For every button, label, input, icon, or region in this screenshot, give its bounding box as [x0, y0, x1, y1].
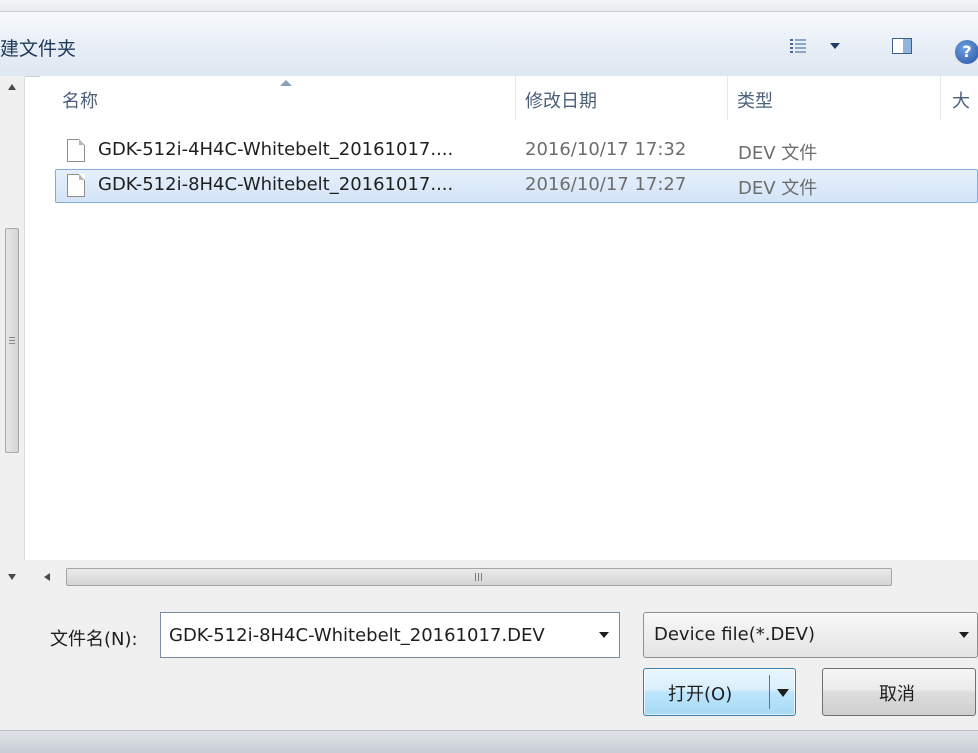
cancel-button[interactable]: 取消	[822, 668, 976, 716]
cancel-button-label: 取消	[879, 684, 915, 705]
scroll-down-arrow-icon[interactable]	[8, 574, 16, 580]
chevron-down-icon	[777, 689, 789, 697]
chevron-down-icon	[830, 43, 840, 49]
file-icon	[67, 139, 85, 162]
filename-label: 文件名(N):	[50, 629, 138, 650]
navigation-pane-scrollbar[interactable]	[0, 76, 25, 596]
details-view-icon	[790, 39, 806, 53]
help-icon[interactable]: ?	[955, 40, 978, 64]
scrollbar-thumb[interactable]	[5, 228, 19, 453]
filename-combobox[interactable]	[160, 612, 620, 658]
column-header-size[interactable]: 大	[952, 87, 970, 113]
window-bottom-strip	[0, 730, 978, 753]
open-button-label: 打开(O)	[668, 684, 733, 705]
column-divider[interactable]	[940, 76, 941, 120]
filename-input[interactable]	[169, 613, 583, 657]
new-folder-button[interactable]: 建文件夹	[0, 34, 76, 61]
open-options-button[interactable]	[770, 669, 795, 715]
window-top-strip	[0, 0, 978, 12]
column-header-row: 名称 修改日期 类型 大	[40, 76, 978, 120]
preview-pane-icon	[892, 38, 912, 54]
file-type: DEV 文件	[738, 178, 818, 199]
column-header-type[interactable]: 类型	[737, 87, 773, 113]
sort-ascending-icon	[280, 80, 292, 86]
horizontal-scrollbar[interactable]	[24, 560, 978, 594]
file-type: DEV 文件	[738, 143, 818, 164]
file-list-row[interactable]: GDK-512i-4H4C-Whitebelt_20161017.... 201…	[55, 134, 978, 168]
filename-dropdown-button[interactable]	[589, 613, 619, 657]
column-header-date[interactable]: 修改日期	[525, 87, 597, 113]
scroll-up-arrow-icon[interactable]	[8, 84, 16, 90]
open-button[interactable]: 打开(O)	[644, 669, 769, 715]
file-date: 2016/10/17 17:27	[525, 174, 687, 195]
file-name: GDK-512i-4H4C-Whitebelt_20161017....	[98, 139, 454, 160]
grip-icon	[475, 573, 483, 581]
column-header-name[interactable]: 名称	[62, 87, 98, 113]
grip-icon	[9, 337, 15, 345]
file-date: 2016/10/17 17:32	[525, 139, 687, 160]
file-name: GDK-512i-8H4C-Whitebelt_20161017....	[98, 174, 454, 195]
column-divider[interactable]	[515, 76, 516, 120]
file-icon	[67, 174, 85, 197]
preview-pane-button[interactable]	[885, 32, 919, 60]
toolbar: 建文件夹 ?	[0, 12, 978, 77]
column-divider[interactable]	[727, 76, 728, 120]
file-type-value: Device file(*.DEV)	[654, 624, 816, 645]
chevron-down-icon	[599, 632, 609, 638]
scrollbar-thumb[interactable]	[66, 568, 892, 586]
open-split-button[interactable]: 打开(O)	[643, 668, 796, 716]
file-type-select[interactable]: Device file(*.DEV)	[643, 612, 978, 658]
file-list-row-selected[interactable]: GDK-512i-8H4C-Whitebelt_20161017.... 201…	[55, 169, 978, 203]
scroll-left-arrow-icon[interactable]	[44, 573, 50, 581]
change-view-button[interactable]	[782, 32, 852, 60]
chevron-down-icon	[959, 632, 969, 638]
